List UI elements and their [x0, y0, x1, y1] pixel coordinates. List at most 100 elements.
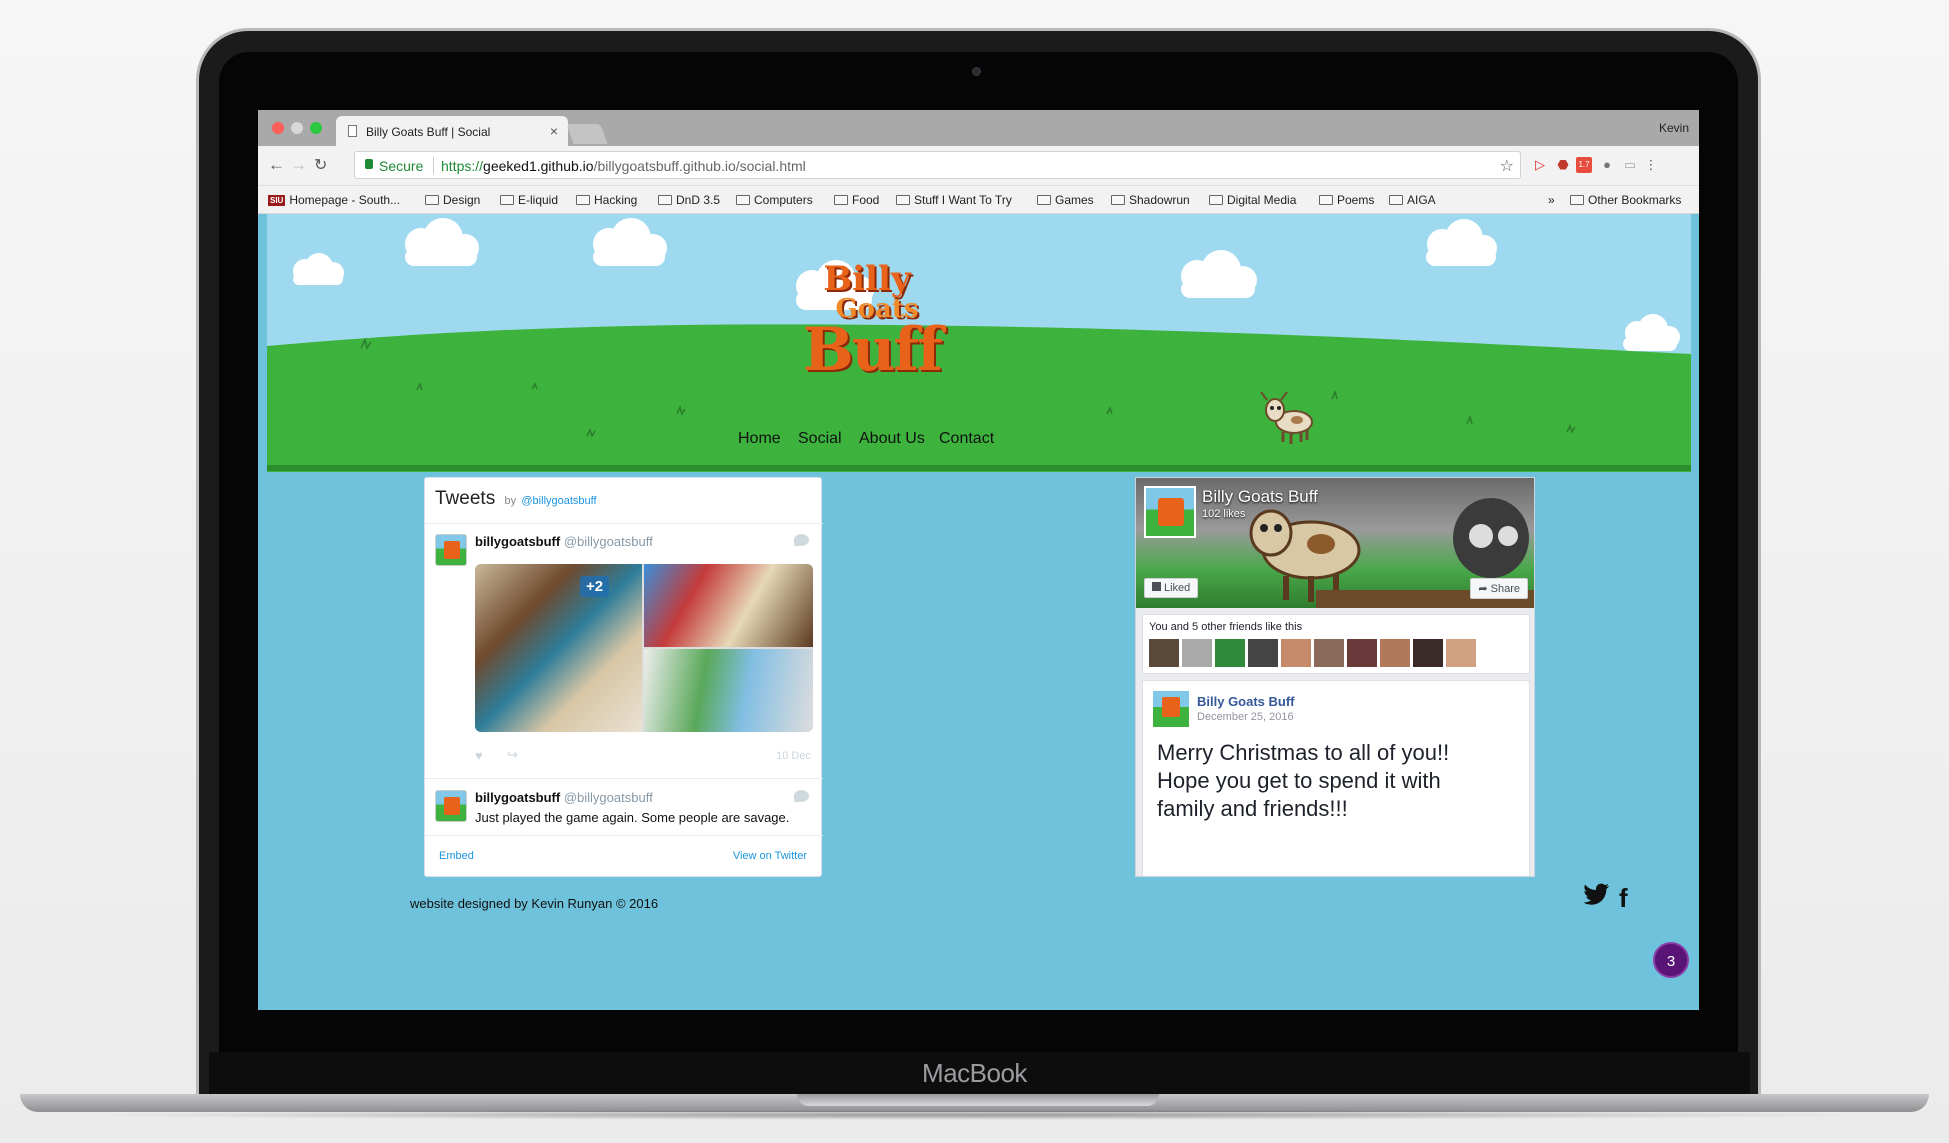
bookmark-games[interactable]: Games	[1037, 193, 1094, 207]
nav-social-link[interactable]: Social	[798, 430, 842, 448]
close-window-button[interactable]	[272, 122, 284, 134]
bookmark-aiga[interactable]: AIGA	[1389, 193, 1436, 207]
tweet-text: Just played the game again. Some people …	[475, 810, 790, 825]
webcam	[972, 67, 981, 76]
bookmark-hacking[interactable]: Hacking	[576, 193, 637, 207]
friend-avatar[interactable]	[1380, 639, 1410, 667]
calendar-extension-icon[interactable]: 1.7	[1576, 157, 1592, 173]
forward-icon[interactable]: →	[290, 155, 307, 175]
nav-contact-link[interactable]: Contact	[939, 430, 994, 448]
fb-page-name[interactable]: Billy Goats Buff	[1202, 487, 1318, 507]
bookmark-label: Computers	[754, 193, 813, 207]
folder-icon	[425, 195, 439, 205]
page-icon	[348, 125, 357, 137]
friend-avatar[interactable]	[1446, 639, 1476, 667]
tweet-handle[interactable]: @billygoatsbuff	[564, 534, 653, 549]
folder-icon	[576, 195, 590, 205]
new-tab-button[interactable]	[566, 124, 608, 144]
tweet-photo-grid[interactable]: +2	[475, 564, 813, 732]
like-heart-icon[interactable]: ♥	[475, 748, 483, 763]
bookmark-label: Food	[852, 193, 880, 207]
zoom-window-button[interactable]	[310, 122, 322, 134]
profile-name[interactable]: Kevin	[1659, 121, 1689, 135]
bookmark-other[interactable]: Other Bookmarks	[1570, 193, 1681, 207]
facebook-icon[interactable]: f	[1619, 883, 1628, 914]
bookmark-dnd[interactable]: DnD 3.5	[658, 193, 720, 207]
address-separator	[433, 157, 434, 174]
tab-strip: Billy Goats Buff | Social × Kevin	[258, 110, 1699, 146]
tweet-author[interactable]: billygoatsbuff	[475, 534, 560, 549]
friend-avatar[interactable]	[1281, 639, 1311, 667]
twitter-bird-icon[interactable]	[794, 790, 809, 802]
tweet-photo-3[interactable]	[644, 649, 813, 732]
bookmark-poems[interactable]: Poems	[1319, 193, 1374, 207]
bookmark-food[interactable]: Food	[834, 193, 879, 207]
bookmark-e-liquid[interactable]: E-liquid	[500, 193, 558, 207]
twitter-bird-icon[interactable]	[794, 534, 809, 546]
friend-avatar[interactable]	[1413, 639, 1443, 667]
menu-kebab-icon[interactable]: ⋮	[1643, 157, 1659, 173]
embed-link[interactable]: Embed	[439, 850, 474, 862]
address-bar[interactable]: Secure https://geeked1.github.io/billygo…	[354, 151, 1521, 179]
fb-post-avatar[interactable]	[1153, 691, 1189, 727]
tweet-photo-1[interactable]	[475, 564, 642, 732]
twitter-timeline-widget: Tweets by @billygoatsbuff billygoatsbuff…	[424, 477, 823, 877]
bulb-extension-icon[interactable]: ●	[1599, 157, 1615, 173]
friend-avatar[interactable]	[1182, 639, 1212, 667]
divider	[425, 523, 823, 524]
view-on-twitter-link[interactable]: View on Twitter	[733, 850, 807, 862]
tab-billy-goats-buff[interactable]: Billy Goats Buff | Social ×	[336, 116, 568, 146]
reload-icon[interactable]: ↻	[314, 155, 327, 175]
folder-icon	[658, 195, 672, 205]
close-tab-icon[interactable]: ×	[550, 123, 558, 139]
fb-liked-button[interactable]: Liked	[1144, 578, 1199, 598]
fb-post-date[interactable]: December 25, 2016	[1197, 711, 1294, 723]
minimize-window-button[interactable]	[291, 122, 303, 134]
friend-avatar[interactable]	[1314, 639, 1344, 667]
friend-avatar[interactable]	[1215, 639, 1245, 667]
bookmark-design[interactable]: Design	[425, 193, 480, 207]
timeline-by: by	[504, 495, 517, 507]
secure-label: Secure	[379, 158, 424, 174]
twitter-icon[interactable]	[1583, 883, 1610, 912]
tweet-photo-2[interactable]	[644, 564, 813, 647]
bookmarks-bar: SIU Homepage - South... Design E-liquid H…	[258, 186, 1699, 214]
notification-badge[interactable]: 3	[1653, 942, 1689, 978]
bookmarks-overflow-chevron[interactable]: »	[1548, 193, 1555, 207]
fb-friend-avatars	[1149, 639, 1489, 667]
url-host: geeked1.github.io	[483, 158, 594, 174]
bookmark-shadowrun[interactable]: Shadowrun	[1111, 193, 1190, 207]
tweet-avatar	[435, 790, 467, 822]
bookmark-label: E-liquid	[518, 193, 559, 207]
tweet-author[interactable]: billygoatsbuff	[475, 790, 560, 805]
folder-icon	[1111, 195, 1125, 205]
bookmark-stuff[interactable]: Stuff I Want To Try	[896, 193, 1012, 207]
cast-extension-icon[interactable]: ▭	[1622, 157, 1638, 173]
timeline-handle-link[interactable]: @billygoatsbuff	[521, 495, 596, 507]
bookmark-computers[interactable]: Computers	[736, 193, 813, 207]
url-text: https://geeked1.github.io/billygoatsbuff…	[441, 158, 806, 174]
fb-liked-label: Liked	[1164, 582, 1191, 594]
site-logo[interactable]: Billy Goats Buff	[797, 262, 947, 382]
friend-avatar[interactable]	[1248, 639, 1278, 667]
friend-avatar[interactable]	[1347, 639, 1377, 667]
share-icon[interactable]: ↪	[507, 747, 518, 763]
tweet-handle[interactable]: @billygoatsbuff	[564, 790, 653, 805]
fb-post-author[interactable]: Billy Goats Buff	[1197, 694, 1295, 709]
divider	[425, 835, 823, 836]
friend-avatar[interactable]	[1149, 639, 1179, 667]
bookmark-digital-media[interactable]: Digital Media	[1209, 193, 1296, 207]
fb-share-button[interactable]: ➦ Share	[1470, 578, 1528, 599]
back-icon[interactable]: ←	[268, 155, 285, 175]
fb-page-avatar[interactable]	[1144, 486, 1196, 538]
play-extension-icon[interactable]: ▷	[1532, 157, 1548, 173]
bookmark-homepage[interactable]: SIU Homepage - South...	[268, 193, 400, 207]
nav-about-link[interactable]: About Us	[859, 430, 925, 448]
logo-line-3: Buff	[803, 315, 943, 385]
bookmark-star-icon[interactable]: ☆	[1500, 156, 1514, 176]
nav-home-link[interactable]: Home	[738, 430, 781, 448]
fb-cover[interactable]: Billy Goats Buff 102 likes Liked ➦ Share	[1136, 478, 1534, 608]
fb-post[interactable]: Billy Goats Buff December 25, 2016 Merry…	[1142, 680, 1530, 876]
adblock-extension-icon[interactable]: ⬣	[1555, 157, 1571, 173]
tweet-date[interactable]: 10 Dec	[776, 750, 811, 762]
